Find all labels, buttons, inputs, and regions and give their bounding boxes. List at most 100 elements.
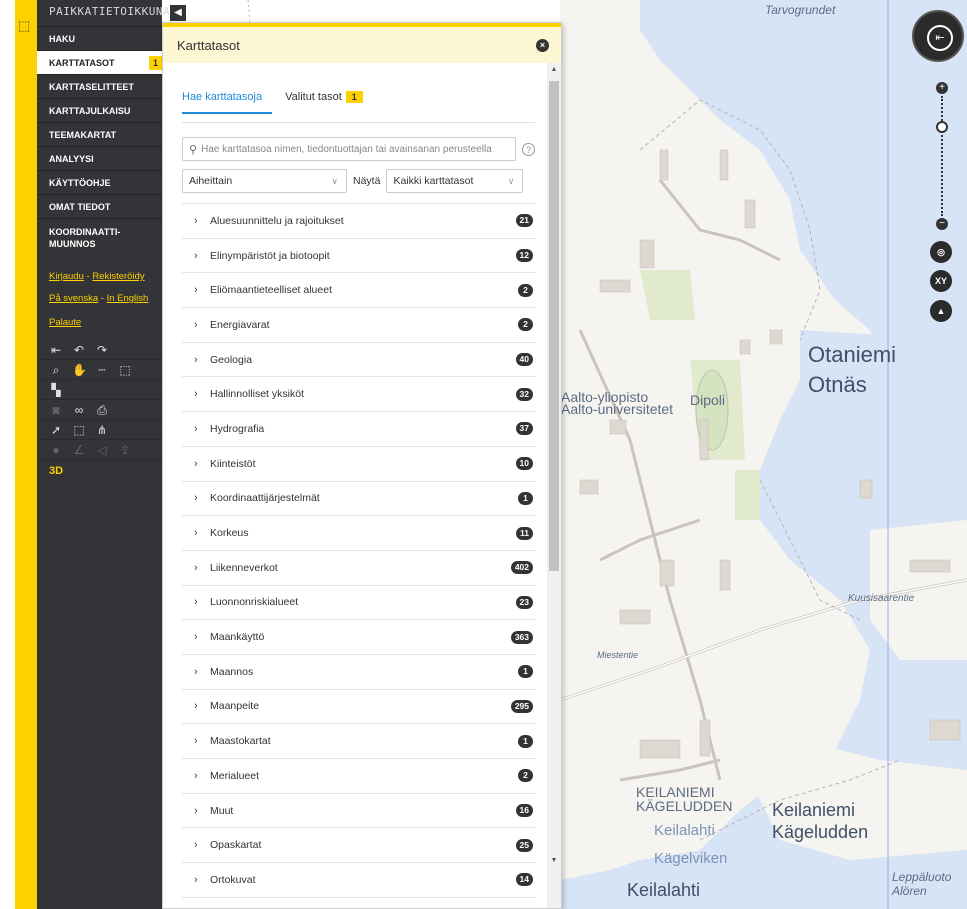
sidebar-item-teemakartat[interactable]: TEEMAKARTAT: [37, 122, 162, 146]
sidebar-item-label: KARTTAJULKAISU: [49, 106, 131, 116]
layer-group[interactable]: › Geologia 40: [182, 343, 535, 378]
print-icon[interactable]: ⎙: [95, 403, 109, 417]
reset-position-icon[interactable]: ⇤: [927, 25, 953, 51]
grouping-select[interactable]: Aiheittain ∨: [182, 169, 347, 193]
sidebar-item-karttatasot[interactable]: KARTTATASOT 1: [37, 50, 162, 74]
marker-icon[interactable]: ➚: [49, 423, 63, 437]
layer-group[interactable]: › Aluesuunnittelu ja rajoitukset 21: [182, 204, 535, 239]
sidebar-item-omat-tiedot[interactable]: OMAT TIEDOT: [37, 194, 162, 218]
chevron-right-icon: ›: [194, 318, 198, 331]
scroll-up-icon[interactable]: ▲: [547, 63, 561, 77]
layer-search-input[interactable]: ⚲ Hae karttatasoa nimen, tiedontuottajan…: [182, 137, 517, 161]
layer-count-badge: 1: [149, 56, 162, 70]
layer-group[interactable]: › Hallinnolliset yksiköt 32: [182, 377, 535, 413]
sidebar-item-label: KOORDINAATTI- MUUNNOS: [49, 227, 121, 249]
group-count: 14: [515, 873, 533, 887]
select-area-icon[interactable]: ⬚: [72, 423, 86, 437]
layer-group[interactable]: › Energiavarat 2: [182, 308, 535, 343]
zoom-slider-handle[interactable]: [936, 121, 948, 133]
undo-icon[interactable]: ↶: [72, 343, 86, 357]
layer-group[interactable]: › Eliömaantieteelliset alueet 2: [182, 273, 535, 309]
close-icon[interactable]: ×: [536, 38, 549, 52]
zoom-slider-track[interactable]: [941, 96, 943, 216]
layer-group[interactable]: › Maankäyttö 363: [182, 620, 535, 655]
link-separator: -: [86, 271, 90, 282]
layer-group[interactable]: › Luonnonriskialueet 23: [182, 586, 535, 621]
scroll-thumb[interactable]: [549, 81, 559, 571]
feature-info-icon[interactable]: ⋔: [95, 423, 109, 437]
group-label: Korkeus: [210, 527, 249, 540]
layer-filter-value: Kaikki karttatasot: [393, 175, 474, 187]
layer-group[interactable]: › Korkeus 11: [182, 516, 535, 551]
layer-group[interactable]: › Maannos 1: [182, 655, 535, 690]
my-location-icon[interactable]: ◎: [930, 241, 952, 263]
layer-group[interactable]: › Ortokuvat 14: [182, 863, 535, 898]
coordinate-tool-button[interactable]: XY: [930, 270, 952, 292]
tab-search-layers[interactable]: Hae karttatasoja: [182, 83, 273, 114]
camera-icon[interactable]: ◙: [49, 403, 63, 417]
sidebar-item-label: KÄYTTÖOHJE: [49, 178, 111, 188]
layer-filter-select[interactable]: Kaikki karttatasot ∨: [386, 169, 524, 193]
chevron-right-icon: ›: [194, 249, 198, 262]
sidebar-item-label: KARTTATASOT: [49, 58, 115, 68]
layer-group[interactable]: › Maanpeite 295: [182, 690, 535, 725]
zoom-in-button[interactable]: +: [936, 82, 948, 94]
layer-group[interactable]: › Liikenneverkot 402: [182, 551, 535, 586]
panel-scrollbar[interactable]: ▲ ▼: [547, 63, 561, 908]
help-icon[interactable]: ?: [522, 142, 535, 156]
sidebar-item-haku[interactable]: HAKU: [37, 26, 162, 50]
pan-control[interactable]: ⇤: [912, 10, 964, 62]
register-link[interactable]: Rekisteröidy: [92, 271, 144, 282]
measure-area-icon[interactable]: ⬚: [118, 363, 132, 377]
chevron-right-icon: ›: [194, 631, 198, 644]
search-row: ⚲ Hae karttatasoa nimen, tiedontuottajan…: [182, 137, 535, 161]
sidebar-item-koordinaattimuunnos[interactable]: KOORDINAATTI- MUUNNOS: [37, 218, 162, 256]
layer-group[interactable]: › Merialueet 2: [182, 759, 535, 794]
layer-group[interactable]: › Koordinaattijärjestelmät 1: [182, 482, 535, 517]
layer-group[interactable]: › Elinympäristöt ja biotoopit 12: [182, 239, 535, 274]
group-label: Muut: [210, 804, 234, 817]
zoom-box-icon[interactable]: ⌕: [49, 363, 63, 377]
scroll-down-icon[interactable]: ▼: [547, 854, 561, 868]
group-label: Maastokartat: [210, 735, 271, 748]
zoom-out-button[interactable]: −: [936, 218, 948, 230]
measure-line-icon[interactable]: ┄: [95, 363, 109, 377]
chevron-right-icon: ›: [194, 769, 198, 782]
layer-group[interactable]: › Opaskartat 25: [182, 828, 535, 864]
sidebar-item-kayttoohje[interactable]: KÄYTTÖOHJE: [37, 170, 162, 194]
feedback-link[interactable]: Palaute: [49, 317, 81, 328]
map-label-kageludden: Kägeludden: [772, 822, 869, 842]
upload-icon[interactable]: ⇪: [118, 443, 132, 457]
swedish-link[interactable]: På svenska: [49, 293, 98, 304]
north-arrow-icon[interactable]: ▲: [930, 300, 952, 322]
sidebar-item-karttajulkaisu[interactable]: KARTTAJULKAISU: [37, 98, 162, 122]
map-label-otnas: Otnäs: [808, 372, 867, 397]
add-line-icon[interactable]: ∠: [72, 443, 86, 457]
layer-group-list: › Aluesuunnittelu ja rajoitukset 21 › Eliny…: [182, 203, 535, 898]
reset-view-icon[interactable]: ⇤: [49, 343, 63, 357]
add-point-icon[interactable]: ●: [49, 443, 63, 457]
login-link[interactable]: Kirjaudu: [49, 271, 84, 282]
tool-row-map: ▚: [37, 380, 162, 400]
add-area-icon[interactable]: ◁: [95, 443, 109, 457]
english-link[interactable]: In English: [107, 293, 149, 304]
redo-icon[interactable]: ↷: [95, 343, 109, 357]
map-book-icon[interactable]: ▚: [49, 383, 63, 397]
3d-toggle[interactable]: 3D: [37, 460, 162, 482]
layer-group[interactable]: › Muut 16: [182, 794, 535, 829]
tab-label: Hae karttatasoja: [182, 91, 263, 103]
group-label: Liikenneverkot: [210, 561, 278, 574]
sidebar-item-label: OMAT TIEDOT: [49, 202, 111, 212]
account-links: Kirjaudu - Rekisteröidy På svenska - In …: [37, 256, 162, 334]
layer-group[interactable]: › Hydrografia 37: [182, 412, 535, 447]
show-label: Näytä: [353, 175, 381, 187]
layer-group[interactable]: › Kiinteistöt 10: [182, 447, 535, 482]
tab-selected-layers[interactable]: Valitut tasot 1: [285, 83, 373, 123]
pan-hand-icon[interactable]: ✋: [72, 363, 87, 377]
sidebar-item-karttaselitteet[interactable]: KARTTASELITTEET: [37, 74, 162, 98]
collapse-panel-button[interactable]: ◀: [170, 5, 186, 21]
layer-group[interactable]: › Maastokartat 1: [182, 724, 535, 759]
map-label-keilalahti-water: Keilalahti: [654, 822, 715, 839]
link-icon[interactable]: ∞: [72, 403, 86, 417]
sidebar-item-analyysi[interactable]: ANALYYSI: [37, 146, 162, 170]
